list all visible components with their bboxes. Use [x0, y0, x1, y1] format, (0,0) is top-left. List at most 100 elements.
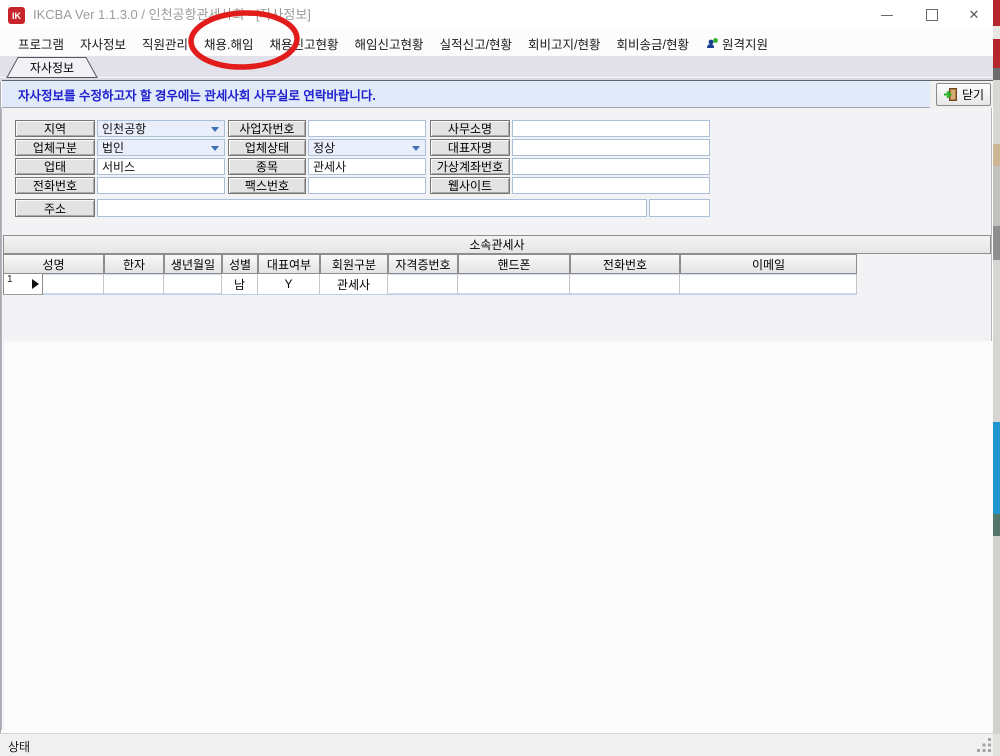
field-label-biz_no: 사업자번호: [228, 120, 306, 137]
field-value-corp_status: 정상: [313, 139, 335, 156]
grid-column-header-1[interactable]: 성명: [3, 254, 104, 274]
sliver-segment: [993, 0, 1000, 26]
menu-item-label: 회비고지/현황: [528, 34, 600, 53]
grid-column-header-8[interactable]: 핸드폰: [458, 254, 570, 274]
input-fax[interactable]: [308, 177, 426, 194]
grid-column-header-10[interactable]: 이메일: [680, 254, 857, 274]
remote-support-icon: [705, 37, 718, 50]
sliver-segment: [993, 144, 1000, 166]
grid-background: [4, 341, 994, 756]
sliver-segment: [993, 514, 1000, 536]
menu-item-5[interactable]: 채용신고현황: [262, 34, 347, 53]
menu-item-9[interactable]: 회비송금/현황: [609, 34, 697, 53]
sliver-segment: [993, 536, 1000, 734]
statusbar: 상태: [0, 733, 1000, 756]
app-icon: IK: [8, 7, 25, 24]
close-button[interactable]: 닫기: [936, 83, 991, 106]
grid-column-header-9[interactable]: 전화번호: [570, 254, 680, 274]
grid-group-header: 소속관세사: [3, 235, 991, 254]
menu-item-label: 채용.해임: [204, 34, 253, 53]
field-label-corp_status: 업체상태: [228, 139, 306, 156]
menu-item-4[interactable]: 채용.해임: [196, 34, 261, 53]
grid-cell-자격증번호[interactable]: [388, 274, 458, 295]
grid-column-header-6[interactable]: 회원구분: [320, 254, 388, 274]
grid-cell-생년월일[interactable]: [164, 274, 222, 295]
sliver-segment: [993, 166, 1000, 226]
chevron-down-icon[interactable]: [412, 146, 420, 155]
field-value-region: 인천공항: [102, 120, 146, 137]
grid-cell-전화번호[interactable]: [570, 274, 680, 295]
grid-cell-핸드폰[interactable]: [458, 274, 570, 295]
field-label-office_name: 사무소명: [430, 120, 510, 137]
grid-row-number: 1: [7, 274, 13, 285]
menu-item-10[interactable]: 원격지원: [697, 34, 776, 53]
menu-item-1[interactable]: 프로그램: [10, 34, 72, 53]
app-window: IK IKCBA Ver 1.1.3.0 / 인천공항관세사회 - [자사정보]…: [0, 0, 1000, 756]
grid-column-header-4[interactable]: 성별: [222, 254, 258, 274]
tab-company-info[interactable]: 자사정보: [6, 57, 98, 78]
field-label-ceo_name: 대표자명: [430, 139, 510, 156]
minimize-icon: [881, 15, 893, 16]
exit-door-icon: [943, 87, 958, 102]
input-biz_no[interactable]: [308, 120, 426, 137]
sliver-segment: [993, 422, 1000, 514]
sliver-segment: [993, 26, 1000, 39]
grid-row-selector[interactable]: 1: [3, 274, 43, 295]
field-value-biz_item: 관세사: [313, 158, 346, 175]
menubar: 프로그램 자사정보 직원관리 채용.해임 채용신고현황 해임신고현황 실적신고/현황 회비고지…: [0, 30, 1000, 56]
field-label-address: 주소: [15, 199, 95, 217]
grid-column-header-7[interactable]: 자격증번호: [388, 254, 458, 274]
notice-panel: 자사정보를 수정하고자 할 경우에는 관세사회 사무실로 연락바랍니다.: [2, 80, 930, 108]
chevron-down-icon[interactable]: [211, 146, 219, 155]
resize-grip[interactable]: [977, 738, 992, 753]
input-address_extra[interactable]: [649, 199, 710, 217]
tab-label: 자사정보: [6, 59, 98, 76]
menu-item-label: 실적신고/현황: [440, 34, 512, 53]
menu-item-6[interactable]: 해임신고현황: [347, 34, 432, 53]
menu-item-label: 회비송금/현황: [617, 34, 689, 53]
maximize-icon: [926, 9, 938, 21]
input-office_name[interactable]: [512, 120, 710, 137]
close-window-button[interactable]: ✕: [959, 0, 989, 30]
menu-item-7[interactable]: 실적신고/현황: [432, 34, 520, 53]
menu-item-3[interactable]: 직원관리: [134, 34, 196, 53]
sliver-segment: [993, 734, 1000, 756]
maximize-button[interactable]: [917, 0, 947, 30]
field-label-fax: 팩스번호: [228, 177, 306, 194]
menu-item-label: 채용신고현황: [270, 34, 339, 53]
input-biz_item[interactable]: 관세사: [308, 158, 426, 175]
menu-item-label: 직원관리: [142, 34, 188, 53]
sliver-segment: [993, 80, 1000, 144]
input-biz_kind[interactable]: 서비스: [97, 158, 225, 175]
grid-cell-한자[interactable]: [104, 274, 164, 295]
combo-corp_status[interactable]: 정상: [308, 139, 426, 156]
grid-column-header-3[interactable]: 생년월일: [164, 254, 222, 274]
menu-item-label: 자사정보: [80, 34, 126, 53]
field-label-region: 지역: [15, 120, 95, 137]
combo-corp_type[interactable]: 법인: [97, 139, 225, 156]
combo-region[interactable]: 인천공항: [97, 120, 225, 137]
notice-text: 자사정보를 수정하고자 할 경우에는 관세사회 사무실로 연락바랍니다.: [18, 85, 376, 104]
grid-cell-대표여부[interactable]: Y: [258, 274, 320, 295]
status-text: 상태: [8, 738, 30, 755]
sliver-segment: [993, 39, 1000, 68]
field-label-website: 웹사이트: [430, 177, 510, 194]
chevron-down-icon[interactable]: [211, 127, 219, 136]
input-website[interactable]: [512, 177, 710, 194]
background-window-sliver: [993, 0, 1000, 756]
input-phone[interactable]: [97, 177, 225, 194]
grid-cell-회원구분[interactable]: 관세사: [320, 274, 388, 295]
grid-cell-이메일[interactable]: [680, 274, 857, 295]
input-address[interactable]: [97, 199, 647, 217]
grid-cell-성명[interactable]: [43, 274, 104, 295]
menu-item-2[interactable]: 자사정보: [72, 34, 134, 53]
tabstrip: [0, 56, 1000, 77]
grid-column-header-5[interactable]: 대표여부: [258, 254, 320, 274]
window-title: IKCBA Ver 1.1.3.0 / 인천공항관세사회 - [자사정보]: [33, 0, 311, 30]
grid-cell-성별[interactable]: 남: [222, 274, 258, 295]
input-virtual_account[interactable]: [512, 158, 710, 175]
grid-column-header-2[interactable]: 한자: [104, 254, 164, 274]
input-ceo_name[interactable]: [512, 139, 710, 156]
minimize-button[interactable]: [872, 0, 902, 30]
menu-item-8[interactable]: 회비고지/현황: [520, 34, 608, 53]
